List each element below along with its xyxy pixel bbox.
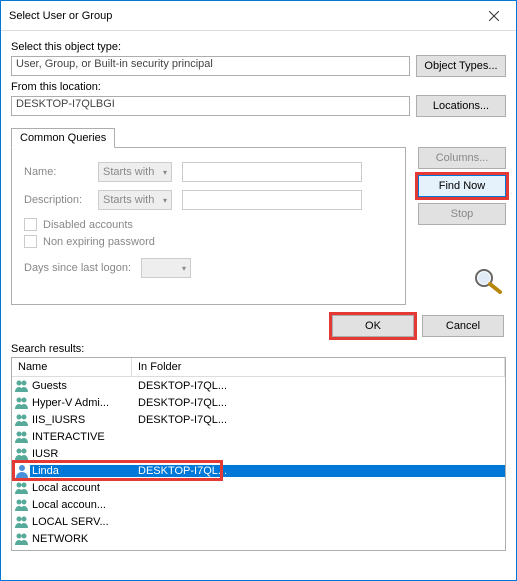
result-name: IIS_IUSRS <box>30 414 132 426</box>
close-button[interactable] <box>472 1 516 31</box>
locations-button[interactable]: Locations... <box>416 95 506 117</box>
cancel-button[interactable]: Cancel <box>422 315 504 337</box>
disabled-accounts-checkbox[interactable]: Disabled accounts <box>24 218 393 231</box>
result-name: Local accoun... <box>30 499 132 511</box>
ok-button[interactable]: OK <box>332 315 414 337</box>
group-icon <box>14 514 30 530</box>
result-folder: DESKTOP-I7QL... <box>132 465 505 477</box>
results-list: Name In Folder GuestsDESKTOP-I7QL...Hype… <box>11 357 506 551</box>
location-field[interactable]: DESKTOP-I7QLBGI <box>11 96 410 116</box>
group-icon <box>14 497 30 513</box>
table-row[interactable]: LindaDESKTOP-I7QL... <box>12 462 505 479</box>
result-name: LOCAL SERV... <box>30 516 132 528</box>
result-name: Hyper-V Admi... <box>30 397 132 409</box>
search-icon <box>472 266 504 297</box>
object-type-field[interactable]: User, Group, or Built-in security princi… <box>11 56 410 76</box>
name-mode-dropdown[interactable]: Starts with▾ <box>98 162 172 182</box>
table-row[interactable]: IUSR <box>12 445 505 462</box>
stop-button[interactable]: Stop <box>418 203 506 225</box>
table-row[interactable]: LOCAL SERV... <box>12 513 505 530</box>
results-body[interactable]: GuestsDESKTOP-I7QL...Hyper-V Admi...DESK… <box>12 377 505 550</box>
description-input[interactable] <box>182 190 362 210</box>
location-label: From this location: <box>11 81 506 93</box>
find-now-button[interactable]: Find Now <box>418 175 506 197</box>
days-since-logon-dropdown[interactable]: ▾ <box>141 258 191 278</box>
table-row[interactable]: Local account <box>12 479 505 496</box>
result-name: INTERACTIVE <box>30 431 132 443</box>
result-name: Linda <box>30 465 132 477</box>
user-icon <box>14 463 30 479</box>
non-expiring-password-checkbox[interactable]: Non expiring password <box>24 235 393 248</box>
group-icon <box>14 480 30 496</box>
name-label: Name: <box>24 166 88 178</box>
name-input[interactable] <box>182 162 362 182</box>
tab-common-queries[interactable]: Common Queries <box>11 128 115 148</box>
search-results-label: Search results: <box>1 343 516 357</box>
description-label: Description: <box>24 194 88 206</box>
description-mode-dropdown[interactable]: Starts with▾ <box>98 190 172 210</box>
result-name: Guests <box>30 380 132 392</box>
close-icon <box>489 11 499 21</box>
result-name: NETWORK <box>30 533 132 545</box>
table-row[interactable]: GuestsDESKTOP-I7QL... <box>12 377 505 394</box>
table-row[interactable]: INTERACTIVE <box>12 428 505 445</box>
columns-button[interactable]: Columns... <box>418 147 506 169</box>
group-icon <box>14 378 30 394</box>
chevron-down-icon: ▾ <box>182 264 186 273</box>
group-icon <box>14 412 30 428</box>
result-folder: DESKTOP-I7QL... <box>132 397 505 409</box>
table-row[interactable]: NETWORK <box>12 530 505 547</box>
object-types-button[interactable]: Object Types... <box>416 55 506 77</box>
result-folder: DESKTOP-I7QL... <box>132 380 505 392</box>
group-icon <box>14 531 30 547</box>
days-since-logon-label: Days since last logon: <box>24 262 131 274</box>
column-header-folder[interactable]: In Folder <box>132 358 505 376</box>
table-row[interactable]: IIS_IUSRSDESKTOP-I7QL... <box>12 411 505 428</box>
titlebar: Select User or Group <box>1 1 516 31</box>
result-name: Local account <box>30 482 132 494</box>
result-name: IUSR <box>30 448 132 460</box>
chevron-down-icon: ▾ <box>163 196 167 205</box>
column-header-name[interactable]: Name <box>12 358 132 376</box>
query-panel: Name: Starts with▾ Description: Starts w… <box>11 147 406 305</box>
group-icon <box>14 395 30 411</box>
table-row[interactable]: Local accoun... <box>12 496 505 513</box>
chevron-down-icon: ▾ <box>163 168 167 177</box>
table-row[interactable]: Hyper-V Admi...DESKTOP-I7QL... <box>12 394 505 411</box>
window-title: Select User or Group <box>9 10 472 22</box>
group-icon <box>14 446 30 462</box>
group-icon <box>14 429 30 445</box>
object-type-label: Select this object type: <box>11 41 506 53</box>
result-folder: DESKTOP-I7QL... <box>132 414 505 426</box>
